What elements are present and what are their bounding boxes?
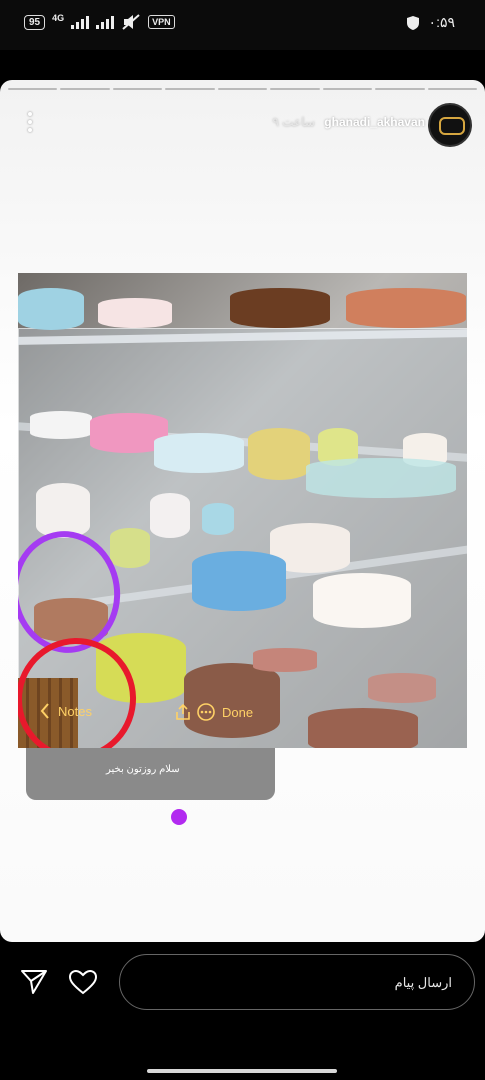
message-input[interactable] xyxy=(119,954,475,1010)
signal-icon xyxy=(71,15,90,29)
avatar[interactable] xyxy=(428,103,472,147)
more-circle-icon xyxy=(197,703,215,721)
status-right: ۰:۵۹ xyxy=(406,14,455,31)
story-username[interactable]: ghanadi_akhavan xyxy=(324,115,425,129)
story-progress-bar xyxy=(8,88,477,90)
story-photo: Notes Done xyxy=(18,273,467,748)
shield-icon xyxy=(406,15,419,30)
mute-icon xyxy=(122,14,140,30)
status-left: 95 4G VPN xyxy=(24,13,175,30)
vpn-badge: VPN xyxy=(148,15,175,29)
more-options-icon[interactable] xyxy=(20,108,40,136)
status-bar: 95 4G VPN ۰:۵۹ xyxy=(0,0,485,50)
home-indicator[interactable] xyxy=(147,1069,337,1073)
notes-back-button[interactable]: Notes xyxy=(40,703,92,719)
note-text: سلام روزتون بخیر xyxy=(106,764,180,775)
note-caption: سلام روزتون بخیر xyxy=(26,748,275,800)
bottom-bar xyxy=(0,942,485,1080)
network-type: 4G xyxy=(52,13,65,23)
signal-icon-2 xyxy=(96,15,115,29)
done-button[interactable]: Done xyxy=(176,703,253,721)
story-user-info[interactable]: ۹ ساعت ghanadi_akhavan xyxy=(273,115,426,129)
story-time-ago: ۹ ساعت xyxy=(272,115,315,129)
chevron-left-icon xyxy=(40,703,49,719)
clock: ۰:۵۹ xyxy=(428,14,455,30)
story-viewer[interactable]: ۹ ساعت ghanadi_akhavan Notes Done سلام ر… xyxy=(0,80,485,942)
notes-label: Notes xyxy=(58,703,92,719)
battery-indicator: 95 xyxy=(24,14,46,30)
share-icon xyxy=(176,704,190,720)
purple-dot xyxy=(171,809,187,825)
heart-icon[interactable] xyxy=(68,969,98,995)
done-label: Done xyxy=(222,704,254,720)
send-icon[interactable] xyxy=(20,969,48,995)
